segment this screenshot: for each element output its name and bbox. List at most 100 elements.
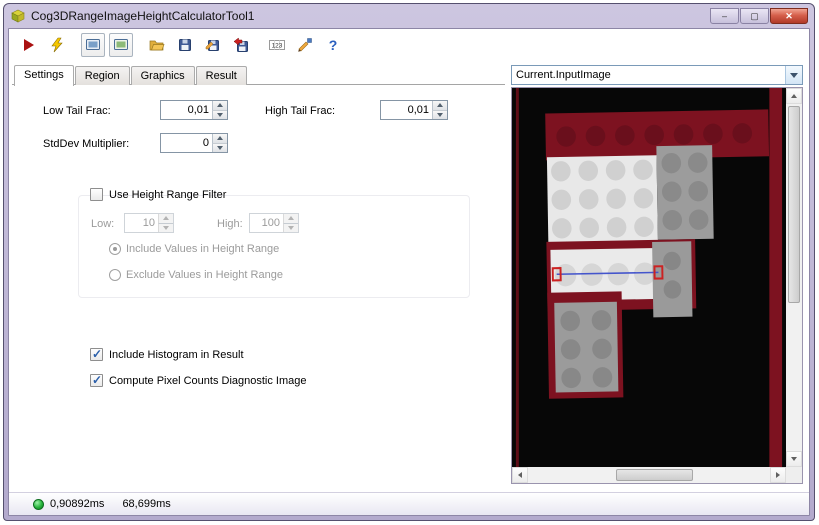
maroon-left-strip bbox=[515, 88, 519, 467]
low-tail-frac-input[interactable]: 0,01 bbox=[160, 100, 228, 120]
record-selector-value: Current.InputImage bbox=[516, 69, 611, 81]
scroll-down-button[interactable] bbox=[786, 451, 802, 467]
show-current-image-button[interactable] bbox=[109, 33, 133, 57]
compute-pixel-counts-label: Compute Pixel Counts Diagnostic Image bbox=[109, 375, 307, 387]
include-values-label: Include Values in Height Range bbox=[126, 243, 280, 255]
scroll-right-button[interactable] bbox=[770, 467, 786, 483]
open-button[interactable] bbox=[145, 33, 169, 57]
total-time: 68,699ms bbox=[122, 498, 171, 510]
maximize-button[interactable]: ▢ bbox=[740, 8, 769, 24]
settings-panel: Low Tail Frac: 0,01 High Tail Frac: 0,01… bbox=[12, 84, 505, 484]
tab-graphics[interactable]: Graphics bbox=[130, 66, 195, 85]
status-led-icon bbox=[33, 498, 44, 510]
pixel-grid-icon: 123 bbox=[269, 40, 285, 50]
include-histogram-label: Include Histogram in Result bbox=[109, 349, 244, 361]
stddev-multiplier-value: 0 bbox=[202, 137, 209, 149]
spin-up-button[interactable] bbox=[212, 101, 227, 111]
exclude-values-radio bbox=[109, 269, 121, 281]
app-icon bbox=[10, 8, 26, 24]
spin-down-button[interactable] bbox=[212, 143, 227, 152]
spin-up-button[interactable] bbox=[212, 134, 227, 144]
exclude-values-label: Exclude Values in Height Range bbox=[126, 269, 283, 281]
high-value: 100 bbox=[261, 217, 280, 229]
spin-up-button[interactable] bbox=[432, 101, 447, 111]
low-label: Low: bbox=[91, 218, 115, 230]
tab-result[interactable]: Result bbox=[195, 66, 247, 85]
image-window-icon bbox=[114, 39, 128, 50]
save-button[interactable] bbox=[173, 33, 197, 57]
maroon-right-strip bbox=[769, 88, 783, 467]
scroll-left-button[interactable] bbox=[512, 467, 528, 483]
spin-up-button bbox=[158, 214, 173, 224]
spin-up-button bbox=[283, 214, 298, 224]
spin-down-button bbox=[283, 223, 298, 232]
high-label: High: bbox=[217, 218, 243, 230]
low-tail-frac-label: Low Tail Frac: bbox=[43, 105, 111, 117]
include-values-radio bbox=[109, 243, 121, 255]
save-as-button[interactable] bbox=[201, 33, 225, 57]
close-icon: ✕ bbox=[785, 10, 793, 21]
scroll-up-button[interactable] bbox=[786, 88, 802, 104]
tab-region[interactable]: Region bbox=[74, 66, 130, 85]
run-icon bbox=[24, 39, 34, 51]
stddev-multiplier-input[interactable]: 0 bbox=[160, 133, 228, 153]
maximize-icon: ▢ bbox=[750, 10, 759, 21]
low-value: 10 bbox=[142, 217, 155, 229]
arrow-left-icon bbox=[518, 472, 522, 478]
image-panel: Current.InputImage bbox=[505, 61, 809, 484]
close-button[interactable]: ✕ bbox=[770, 8, 808, 24]
spin-down-button[interactable] bbox=[212, 110, 227, 119]
floppy-import-icon bbox=[233, 37, 248, 52]
status-bar: 0,90892ms 68,699ms bbox=[9, 492, 809, 515]
vertical-scrollbar[interactable] bbox=[786, 88, 802, 467]
range-image-canvas[interactable] bbox=[512, 88, 786, 467]
electric-run-button[interactable] bbox=[45, 33, 69, 57]
minimize-button[interactable]: – bbox=[710, 8, 739, 24]
include-histogram-checkbox[interactable] bbox=[90, 347, 103, 361]
help-icon: ? bbox=[328, 37, 338, 53]
arrow-up-icon bbox=[791, 94, 797, 98]
window-title: Cog3DRangeImageHeightCalculatorTool1 bbox=[31, 9, 255, 23]
high-tail-frac-label: High Tail Frac: bbox=[265, 105, 336, 117]
tab-settings[interactable]: Settings bbox=[14, 65, 74, 86]
pixel-values-button[interactable]: 123 bbox=[265, 33, 289, 57]
tool-window: Cog3DRangeImageHeightCalculatorTool1 – ▢… bbox=[3, 3, 815, 521]
high-tail-frac-input[interactable]: 0,01 bbox=[380, 100, 448, 120]
arrow-down-icon bbox=[791, 457, 797, 461]
spin-down-button bbox=[158, 223, 173, 232]
tab-strip: Settings Region Graphics Result bbox=[12, 65, 505, 86]
record-selector[interactable]: Current.InputImage bbox=[511, 65, 803, 85]
graphics-tool-button[interactable] bbox=[293, 33, 317, 57]
scrollbar-corner bbox=[786, 467, 802, 483]
low-input: 10 bbox=[124, 213, 174, 233]
image-display-icon bbox=[86, 39, 100, 50]
pencil-icon bbox=[298, 38, 312, 52]
high-input: 100 bbox=[249, 213, 299, 233]
execution-time: 0,90892ms bbox=[50, 498, 105, 510]
help-button[interactable]: ? bbox=[321, 33, 345, 57]
chevron-down-icon[interactable] bbox=[785, 66, 802, 84]
spin-down-button[interactable] bbox=[432, 110, 447, 119]
image-display bbox=[511, 87, 803, 484]
run-button[interactable] bbox=[17, 33, 41, 57]
lightning-icon bbox=[51, 37, 63, 53]
main-area: Settings Region Graphics Result Low Tail… bbox=[9, 61, 809, 492]
high-tail-frac-value: 0,01 bbox=[407, 104, 429, 116]
stddev-multiplier-label: StdDev Multiplier: bbox=[43, 138, 130, 150]
minimize-icon: – bbox=[721, 10, 727, 21]
horizontal-scroll-thumb[interactable] bbox=[616, 469, 693, 481]
floppy-pen-icon bbox=[205, 40, 219, 51]
arrow-right-icon bbox=[776, 472, 780, 478]
left-panel: Settings Region Graphics Result Low Tail… bbox=[9, 61, 505, 484]
use-height-range-filter-label: Use Height Range Filter bbox=[109, 189, 227, 201]
horizontal-scrollbar[interactable] bbox=[512, 467, 786, 483]
screen: Cog3DRangeImageHeightCalculatorTool1 – ▢… bbox=[0, 0, 819, 525]
import-button[interactable] bbox=[229, 33, 253, 57]
use-height-range-filter-checkbox[interactable] bbox=[90, 188, 103, 201]
toolbar: 123 ? bbox=[9, 29, 809, 61]
title-bar[interactable]: Cog3DRangeImageHeightCalculatorTool1 – ▢… bbox=[8, 4, 810, 28]
open-folder-icon bbox=[149, 40, 165, 51]
compute-pixel-counts-checkbox[interactable] bbox=[90, 373, 103, 387]
vertical-scroll-thumb[interactable] bbox=[788, 106, 800, 304]
show-lastrun-image-button[interactable] bbox=[81, 33, 105, 57]
